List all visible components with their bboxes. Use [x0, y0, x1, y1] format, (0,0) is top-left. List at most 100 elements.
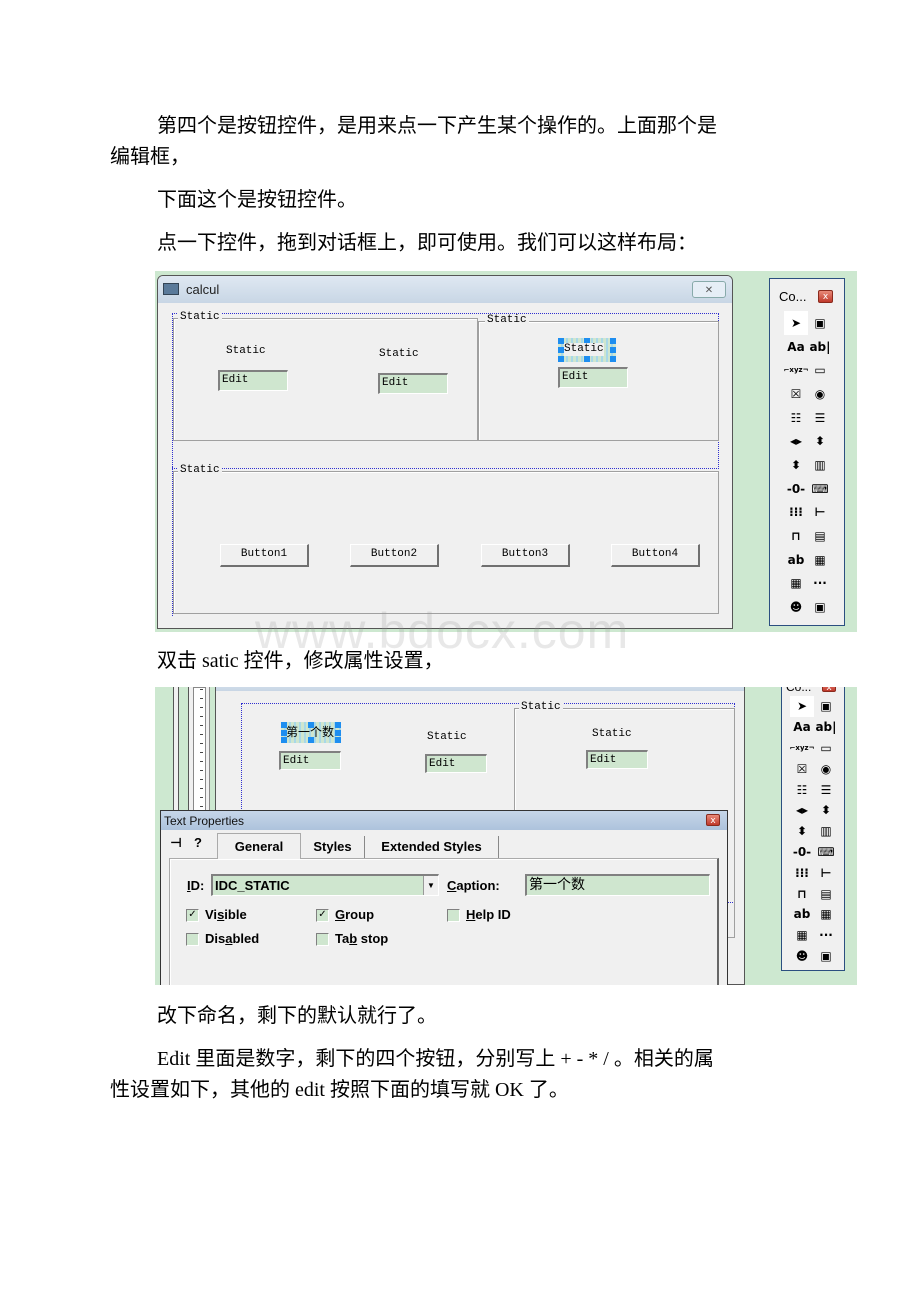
vertical-scrollbar-tool-icon[interactable]: ⬍ [814, 800, 838, 821]
button-1[interactable]: Button1 [220, 544, 309, 567]
static-text-tool-icon[interactable]: Aa [790, 717, 814, 738]
toolbox-grid: ➤ ▣ Aa ab| ⌐xyz¬ ▭ ☒ ◉ ☷ ☰ ◂▸ ⬍ ⬍ ▥ -0- ⌨ ⁝⁝⁝ ⊢ ⊓ ▤ ab ▦ ▦ ··· ☻… [790, 696, 838, 966]
tree-control-tool-icon[interactable]: ⊢ [808, 501, 832, 525]
rich-edit-tool-icon[interactable]: ab [790, 904, 814, 925]
edit-box-tool-icon[interactable]: ab| [814, 717, 838, 738]
list-box-tool-icon[interactable]: ☰ [814, 779, 838, 800]
tab-control-tool-icon[interactable]: ⊓ [784, 524, 808, 548]
horizontal-scrollbar-tool-icon[interactable]: ◂▸ [784, 429, 808, 453]
picture-tool-icon[interactable]: ▣ [808, 311, 832, 335]
slider-tool-icon[interactable]: -0- [790, 842, 814, 863]
properties-titlebar: Text Properties x [161, 811, 727, 830]
edit-box-1[interactable]: Edit [279, 751, 341, 770]
checkbox-tab-stop[interactable]: Tab stop [316, 931, 388, 947]
paragraph-1-line-1: 第四个是按钮控件，是用来点一下产生某个操作的。上面那个是 [157, 115, 717, 137]
custom-control-tool-icon[interactable]: ☻ [790, 946, 814, 967]
button-tool-icon[interactable]: ▭ [808, 358, 832, 382]
tab-styles[interactable]: Styles [301, 836, 365, 858]
edit-box-1[interactable]: Edit [218, 370, 288, 391]
close-button[interactable]: ✕ [692, 281, 726, 298]
tree-control-tool-icon[interactable]: ⊢ [814, 862, 838, 883]
rich-edit-tool-icon[interactable]: ab [784, 548, 808, 572]
progress-tool-icon[interactable]: ▥ [808, 453, 832, 477]
static-label-3[interactable]: Static [592, 728, 632, 740]
checkbox-unchecked-icon [316, 933, 329, 947]
screenshot-properties: 第一个数 Edit Static Edit Static Static Edit… [155, 687, 857, 985]
check-box-tool-icon[interactable]: ☒ [790, 758, 814, 779]
hot-key-tool-icon[interactable]: ⌨ [808, 477, 832, 501]
checkbox-visible[interactable]: ✓ Visible [186, 907, 247, 923]
id-combobox[interactable]: IDC_STATIC ▼ [211, 874, 439, 896]
extended-combo-tool-icon[interactable]: ▣ [808, 595, 832, 619]
edit-box-2[interactable]: Edit [425, 754, 487, 773]
picture-tool-icon[interactable]: ▣ [814, 696, 838, 717]
list-box-tool-icon[interactable]: ☰ [808, 406, 832, 430]
ip-address-tool-icon[interactable]: ··· [814, 925, 838, 946]
group-label: Static [519, 701, 563, 713]
vertical-scrollbar-tool-icon[interactable]: ⬍ [808, 429, 832, 453]
toolbox-grid: ➤ ▣ Aa ab| ⌐xyz¬ ▭ ☒ ◉ ☷ ☰ ◂▸ ⬍ ⬍ ▥ -0- ⌨ ⁝⁝⁝ ⊢ ⊓ ▤ ab ▦ ▦ ··· ☻… [784, 311, 832, 619]
date-time-picker-tool-icon[interactable]: ▦ [814, 904, 838, 925]
checkbox-help-id[interactable]: Help ID [447, 907, 511, 923]
group-label: Static [178, 311, 222, 323]
radio-button-tool-icon[interactable]: ◉ [814, 758, 838, 779]
help-icon[interactable]: ? [194, 835, 202, 850]
progress-tool-icon[interactable]: ▥ [814, 821, 838, 842]
paragraph-1-line-2: 编辑框， [110, 146, 190, 168]
selected-static[interactable]: Static [558, 338, 616, 362]
ip-address-tool-icon[interactable]: ··· [808, 572, 832, 596]
group-box-tool-icon[interactable]: ⌐xyz¬ [790, 738, 815, 759]
static-text-tool-icon[interactable]: Aa [784, 335, 808, 359]
button-2[interactable]: Button2 [350, 544, 439, 567]
custom-control-tool-icon[interactable]: ☻ [784, 595, 808, 619]
toolbox-close-button[interactable]: x [822, 687, 836, 693]
edit-box-3[interactable]: Edit [586, 750, 648, 769]
month-calendar-tool-icon[interactable]: ▦ [784, 572, 808, 596]
tab-control-tool-icon[interactable]: ⊓ [790, 883, 814, 904]
static-label-1[interactable]: Static [226, 345, 266, 357]
edit-box-3[interactable]: Edit [558, 367, 628, 388]
spin-tool-icon[interactable]: ⬍ [784, 453, 808, 477]
group-box-tool-icon[interactable]: ⌐xyz¬ [784, 358, 809, 382]
window-title: calcul [186, 282, 220, 297]
button-tool-icon[interactable]: ▭ [814, 738, 838, 759]
tab-general[interactable]: General [217, 833, 301, 859]
edit-box-2[interactable]: Edit [378, 373, 448, 394]
month-calendar-tool-icon[interactable]: ▦ [790, 925, 814, 946]
checkbox-group[interactable]: ✓ Group [316, 907, 374, 923]
animate-tool-icon[interactable]: ▤ [814, 883, 838, 904]
hot-key-tool-icon[interactable]: ⌨ [814, 842, 838, 863]
slider-tool-icon[interactable]: -0- [784, 477, 808, 501]
paragraph-6-line-2: 性设置如下，其他的 edit 按照下面的填写就 OK 了。 [110, 1079, 569, 1101]
pin-icon[interactable]: ⊣ [170, 835, 182, 851]
horizontal-scrollbar-tool-icon[interactable]: ◂▸ [790, 800, 814, 821]
selected-static[interactable]: 第一个数 [281, 722, 341, 743]
combo-box-tool-icon[interactable]: ☷ [790, 779, 814, 800]
extended-combo-tool-icon[interactable]: ▣ [814, 946, 838, 967]
list-control-tool-icon[interactable]: ⁝⁝⁝ [790, 862, 814, 883]
paragraph-6-line-1: Edit 里面是数字，剩下的四个按钮，分别写上 + - * / 。相关的属 [157, 1048, 714, 1070]
tab-panel: ID: IDC_STATIC ▼ Caption: 第一个数 ✓ Visible … [169, 858, 719, 985]
edit-box-tool-icon[interactable]: ab| [808, 335, 832, 359]
static-label-2[interactable]: Static [379, 348, 419, 360]
dropdown-arrow-icon[interactable]: ▼ [423, 876, 438, 895]
check-box-tool-icon[interactable]: ☒ [784, 382, 808, 406]
checkbox-disabled[interactable]: Disabled [186, 931, 259, 947]
date-time-picker-tool-icon[interactable]: ▦ [808, 548, 832, 572]
properties-close-button[interactable]: x [706, 814, 720, 826]
group-label: Static [485, 314, 529, 326]
tab-extended-styles[interactable]: Extended Styles [365, 836, 499, 858]
pointer-tool-icon[interactable]: ➤ [790, 696, 814, 717]
animate-tool-icon[interactable]: ▤ [808, 524, 832, 548]
spin-tool-icon[interactable]: ⬍ [790, 821, 814, 842]
list-control-tool-icon[interactable]: ⁝⁝⁝ [784, 501, 808, 525]
caption-field[interactable]: 第一个数 [525, 874, 710, 896]
button-4[interactable]: Button4 [611, 544, 700, 567]
combo-box-tool-icon[interactable]: ☷ [784, 406, 808, 430]
radio-button-tool-icon[interactable]: ◉ [808, 382, 832, 406]
static-label-2[interactable]: Static [427, 731, 467, 743]
group-box-3[interactable]: Static [173, 464, 719, 614]
pointer-tool-icon[interactable]: ➤ [784, 311, 808, 335]
button-3[interactable]: Button3 [481, 544, 570, 567]
toolbox-close-button[interactable]: x [818, 290, 833, 303]
